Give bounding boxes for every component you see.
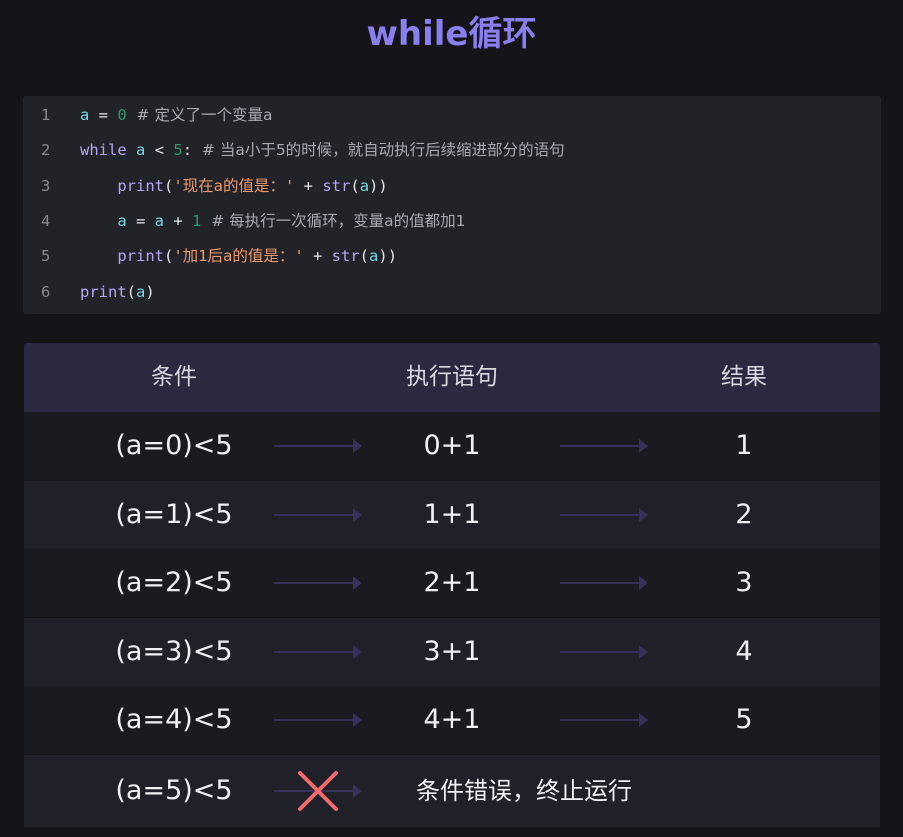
line-number: 5: [41, 247, 51, 266]
line-number: 2: [41, 141, 51, 160]
arrow-icon: [274, 644, 362, 659]
line-number: 4: [41, 211, 51, 230]
header-statement: 执行语句: [406, 364, 498, 390]
table-row: (a=4)<5 4+1 5: [24, 686, 880, 754]
condition-cell: (a=3)<5: [115, 635, 233, 667]
arrow-icon: [274, 439, 362, 453]
close-icon: [298, 770, 338, 811]
statement-cell: 4+1: [423, 704, 481, 735]
code-text: while a < 5: # 当a小于5的时候，就自动执行后续缩进部分的语句: [80, 141, 565, 160]
code-line: 3 print('现在a的值是：' + str(a)): [23, 169, 881, 204]
code-line: 2 while a < 5: # 当a小于5的时候，就自动执行后续缩进部分的语句: [23, 133, 881, 168]
line-number: 6: [41, 282, 51, 301]
arrow-icon: [560, 507, 648, 522]
result-cell: 3: [735, 567, 753, 598]
statement-cell: 0+1: [423, 430, 481, 461]
code-line: 6 print(a): [23, 275, 881, 310]
statement-cell: 3+1: [423, 635, 481, 667]
code-text: a = a + 1 # 每执行一次循环，变量a的值都加1: [80, 211, 466, 230]
code-text: print(a): [80, 282, 155, 301]
code-line: 4 a = a + 1 # 每执行一次循环，变量a的值都加1: [23, 204, 881, 239]
code-block: 1 a = 0 # 定义了一个变量a 2 while a < 5: # 当a小于5的时…: [23, 96, 881, 314]
arrow-icon: [274, 576, 362, 590]
condition-cell: (a=2)<5: [115, 567, 233, 598]
line-number: 3: [41, 176, 51, 195]
result-cell: 5: [735, 704, 753, 735]
condition-cell: (a=4)<5: [115, 704, 233, 735]
table-header: 条件 执行语句 结果: [24, 343, 880, 412]
code-text: print('加1后a的值是：' + str(a)): [80, 247, 398, 266]
arrow-icon: [560, 576, 648, 590]
table-row: (a=2)<5 2+1 3: [24, 549, 880, 617]
loop-table: 条件 执行语句 结果 (a=0)<5 0+1 1 (a=1)<5 1+1 2 (a=2)<5…: [24, 343, 880, 832]
arrow-icon: [560, 644, 648, 659]
table-row: (a=3)<5 3+1 4: [24, 617, 880, 686]
terminate-message: 条件错误，终止运行: [416, 776, 632, 805]
header-condition: 条件: [151, 364, 197, 390]
arrow-icon: [560, 713, 648, 727]
code-text: a = 0 # 定义了一个变量a: [80, 106, 273, 124]
arrow-icon: [274, 507, 362, 522]
result-cell: 2: [735, 498, 753, 530]
code-line: 1 a = 0 # 定义了一个变量a: [23, 98, 881, 133]
arrow-icon: [560, 439, 648, 453]
result-cell: 1: [735, 430, 753, 461]
statement-cell: 2+1: [423, 567, 481, 598]
condition-cell: (a=5)<5: [115, 774, 233, 806]
table-row-final: (a=5)<5 条件错误，终止运行: [24, 754, 880, 827]
page-title: while循环: [366, 14, 537, 54]
condition-cell: (a=0)<5: [115, 430, 233, 461]
table-row: (a=1)<5 1+1 2: [24, 480, 880, 549]
result-cell: 4: [735, 635, 753, 667]
code-text: print('现在a的值是：' + str(a)): [80, 176, 388, 195]
table-row: (a=0)<5 0+1 1: [24, 412, 880, 480]
code-line: 5 print('加1后a的值是：' + str(a)): [23, 239, 881, 274]
condition-cell: (a=1)<5: [115, 498, 233, 530]
arrow-icon: [274, 713, 362, 727]
line-number: 1: [41, 106, 51, 124]
header-result: 结果: [721, 364, 767, 390]
statement-cell: 1+1: [423, 498, 481, 530]
